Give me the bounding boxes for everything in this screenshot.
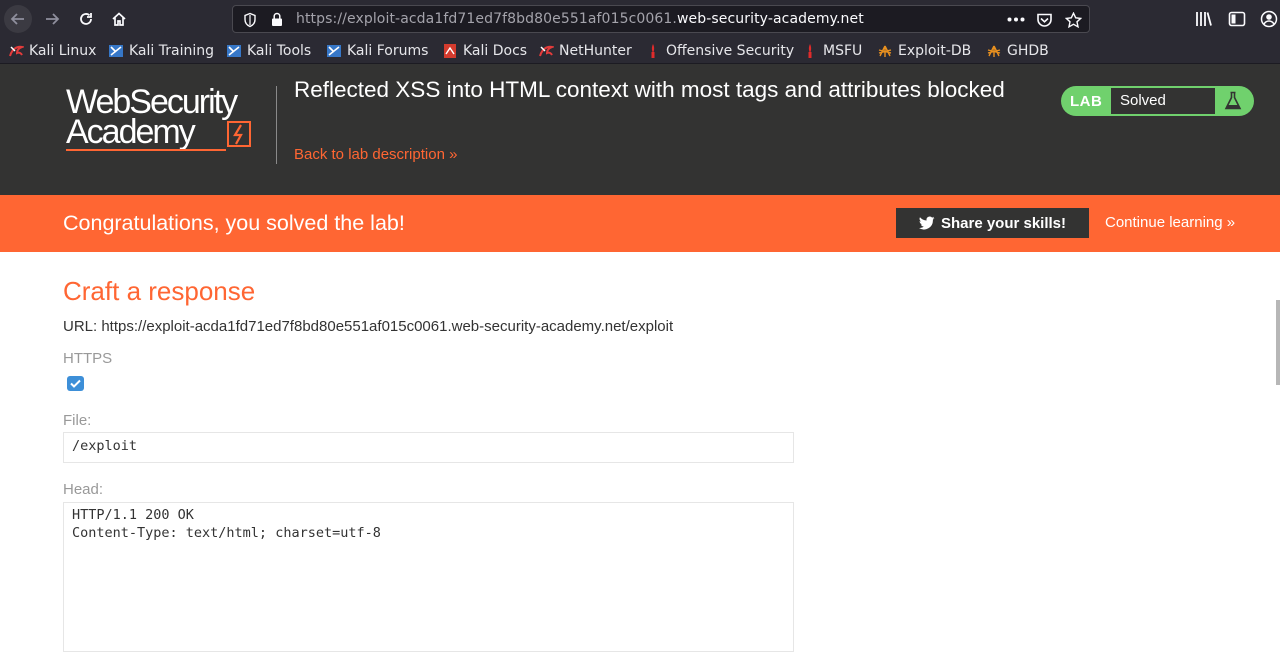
bookmark-kali-tools[interactable]: Kali Tools — [226, 42, 311, 60]
page-title: Craft a response — [63, 276, 256, 306]
kali-tools-icon — [227, 45, 241, 57]
lab-status-badge: LAB Solved — [1061, 86, 1254, 116]
flask-icon — [1224, 91, 1242, 110]
bookmark-label: Kali Training — [129, 43, 214, 59]
exploit-url: URL: https://exploit-acda1fd71ed7f8bd80e… — [63, 318, 674, 335]
bookmark-msfu[interactable]: MSFU — [802, 42, 862, 60]
bookmark-kali-training[interactable]: Kali Training — [108, 42, 214, 60]
bookmark-label: Kali Linux — [29, 43, 97, 59]
lab-title: Reflected XSS into HTML context with mos… — [294, 77, 1005, 102]
file-path-input[interactable]: /exploit — [63, 432, 794, 463]
continue-learning-link[interactable]: Continue learning » — [1105, 214, 1235, 231]
logo-underline — [66, 149, 226, 151]
back-button[interactable] — [4, 5, 32, 33]
share-skills-button[interactable]: Share your skills! — [896, 208, 1089, 238]
bookmarks-toolbar: Kali Linux Kali Training Kali Tools Kali… — [0, 38, 1280, 64]
kali-icon — [9, 45, 24, 57]
nethunter-icon — [539, 45, 554, 57]
header-divider — [276, 86, 277, 164]
web-security-academy-logo[interactable]: WebSecurity Academy — [66, 83, 276, 153]
exploit-db-icon — [878, 45, 892, 57]
msfu-icon — [808, 44, 812, 58]
congratulations-message: Congratulations, you solved the lab! — [63, 211, 405, 235]
page-actions-icon[interactable] — [1007, 17, 1025, 22]
page-scrollbar[interactable] — [1276, 300, 1280, 385]
bookmark-exploit-db[interactable]: Exploit-DB — [877, 42, 971, 60]
home-button[interactable] — [105, 5, 133, 33]
back-arrow-icon — [10, 13, 24, 25]
lab-solved-banner: Congratulations, you solved the lab! Sha… — [0, 195, 1280, 252]
twitter-icon — [918, 216, 935, 230]
ghdb-icon — [987, 45, 1001, 57]
status-text-box: Solved — [1111, 88, 1215, 114]
browser-toolbar: https://exploit-acda1fd71ed7f8bd80e551af… — [0, 0, 1280, 38]
bookmark-label: Kali Docs — [463, 43, 528, 59]
account-icon[interactable] — [1260, 10, 1278, 28]
bookmark-label: NetHunter — [559, 43, 632, 59]
url-domain: web-security-academy.net — [676, 11, 864, 27]
kali-training-icon — [109, 45, 123, 57]
pocket-icon[interactable] — [1036, 12, 1053, 28]
reload-icon — [80, 13, 92, 25]
share-button-label: Share your skills! — [940, 214, 1067, 232]
url-text: https://exploit-acda1fd71ed7f8bd80e551af… — [296, 11, 864, 27]
lab-tag: LAB — [1070, 93, 1103, 110]
https-label: HTTPS — [63, 350, 113, 367]
bookmark-label: Kali Forums — [347, 43, 429, 59]
back-to-lab-description-link[interactable]: Back to lab description » — [294, 146, 457, 163]
file-label: File: — [63, 412, 92, 429]
bookmark-kali-linux[interactable]: Kali Linux — [8, 42, 96, 60]
home-icon — [112, 12, 126, 26]
lab-header: WebSecurity Academy Reflected XSS into H… — [0, 64, 1280, 195]
shield-icon[interactable] — [243, 12, 257, 28]
library-icon[interactable] — [1195, 11, 1213, 27]
lightning-bolt-icon — [227, 121, 251, 147]
sidebar-icon[interactable] — [1228, 11, 1246, 27]
bookmark-label: Offensive Security — [666, 43, 795, 59]
https-checkbox[interactable] — [67, 376, 84, 391]
bookmark-kali-docs[interactable]: Kali Docs — [442, 42, 527, 60]
bookmark-star-icon[interactable] — [1065, 12, 1082, 28]
exploit-server-form: Craft a response URL: https://exploit-ac… — [0, 252, 1280, 652]
reload-button[interactable] — [72, 5, 100, 33]
forward-button[interactable] — [38, 5, 66, 33]
bookmark-offensive-security[interactable]: Offensive Security — [645, 42, 794, 60]
address-bar[interactable]: https://exploit-acda1fd71ed7f8bd80e551af… — [232, 5, 1090, 33]
kali-docs-icon — [444, 44, 456, 58]
forward-arrow-icon — [46, 13, 60, 25]
head-label: Head: — [63, 481, 104, 498]
lock-icon[interactable] — [271, 12, 283, 27]
response-head-textarea[interactable]: HTTP/1.1 200 OK Content-Type: text/html;… — [63, 502, 794, 652]
kali-forums-icon — [327, 45, 341, 57]
bookmark-kali-forums[interactable]: Kali Forums — [326, 42, 428, 60]
url-prefix: https://exploit-acda1fd71ed7f8bd80e551af… — [296, 11, 677, 27]
bookmark-label: MSFU — [823, 43, 863, 59]
lab-status-text: Solved — [1120, 92, 1166, 109]
bookmark-label: GHDB — [1007, 43, 1049, 59]
bookmark-label: Exploit-DB — [898, 43, 972, 59]
bookmark-nethunter[interactable]: NetHunter — [538, 42, 632, 60]
bookmark-label: Kali Tools — [247, 43, 312, 59]
bookmark-ghdb[interactable]: GHDB — [986, 42, 1049, 60]
offsec-icon — [651, 44, 655, 58]
checkmark-icon — [70, 379, 81, 388]
